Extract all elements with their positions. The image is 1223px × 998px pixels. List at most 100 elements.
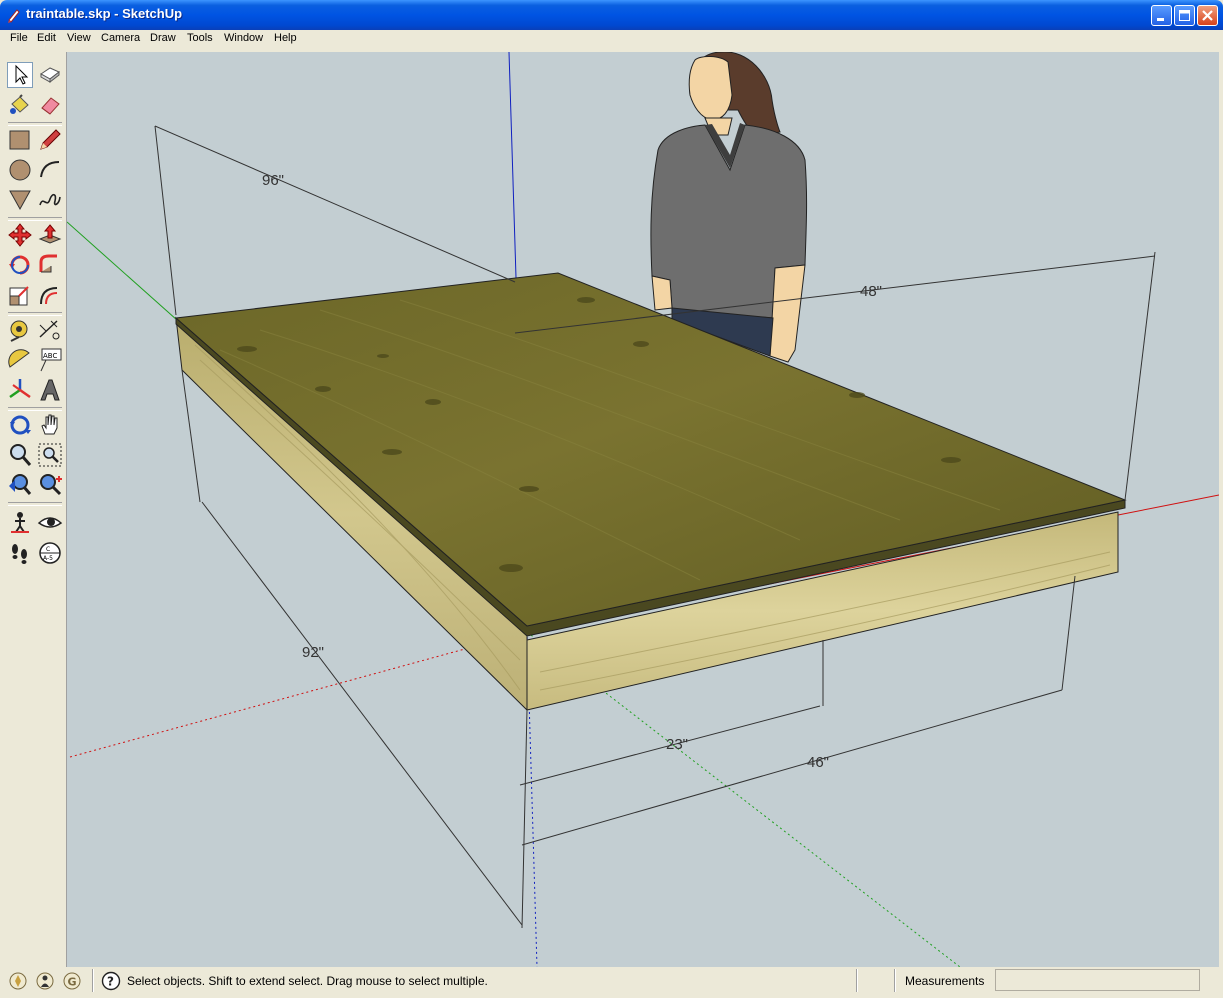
tape-measure-icon: [10, 320, 28, 342]
maximize-button[interactable]: [1174, 5, 1195, 26]
pan-tool-button[interactable]: [37, 412, 63, 438]
3d-text-tool-button[interactable]: [37, 377, 63, 403]
menu-view[interactable]: View: [67, 32, 91, 44]
protractor-tool-button[interactable]: [7, 347, 33, 373]
text-tool-button[interactable]: ABC: [37, 347, 63, 373]
close-icon: [1202, 10, 1213, 21]
look-around-tool-button[interactable]: [37, 510, 63, 536]
help-icon[interactable]: ?: [101, 971, 121, 991]
menu-window[interactable]: Window: [224, 32, 263, 44]
move-icon: [8, 223, 32, 247]
push-pull-tool-button[interactable]: [37, 222, 63, 248]
sketchup-window: traintable.skp - SketchUp File Edit View…: [0, 0, 1223, 998]
status-hint: Select objects. Shift to extend select. …: [127, 974, 488, 988]
dimension-front-label: 46": [807, 754, 829, 771]
close-button[interactable]: [1197, 5, 1218, 26]
axes-tool-button[interactable]: [7, 377, 33, 403]
orbit-icon: [10, 415, 31, 435]
zoom-window-tool-button[interactable]: [37, 442, 63, 468]
previous-view-tool-button[interactable]: [7, 472, 33, 498]
follow-me-tool-button[interactable]: [37, 252, 63, 278]
protractor-icon: [8, 349, 30, 368]
zoom-extents-tool-button[interactable]: [37, 472, 63, 498]
window-title: traintable.skp - SketchUp: [26, 6, 183, 21]
scale-figure-person: [650, 52, 808, 363]
credits-icon[interactable]: [35, 971, 55, 991]
component-icon: [40, 67, 60, 84]
axes-icon: [9, 379, 31, 399]
svg-text:?: ?: [107, 975, 114, 989]
dimension-width-label: 48": [860, 283, 882, 300]
polygon-tool-button[interactable]: [7, 187, 33, 213]
orbit-tool-button[interactable]: [7, 412, 33, 438]
paint-bucket-icon: [10, 94, 29, 114]
dimension-tool-button[interactable]: [37, 317, 63, 343]
walk-footprints-icon: [12, 544, 27, 564]
section-plane-tool-button[interactable]: C A-5: [37, 540, 63, 566]
push-pull-icon: [38, 224, 62, 244]
pan-hand-icon: [41, 414, 58, 435]
menu-file[interactable]: File: [10, 32, 28, 44]
position-camera-tool-button[interactable]: [7, 510, 33, 536]
geo-location-icon[interactable]: [8, 971, 28, 991]
move-tool-button[interactable]: [7, 222, 33, 248]
3d-text-icon: [40, 379, 60, 401]
line-tool-button[interactable]: [37, 127, 63, 153]
offset-icon: [40, 287, 58, 305]
large-tool-set-toolbar: ABC C A-5: [4, 52, 67, 967]
menu-help[interactable]: Help: [274, 32, 297, 44]
polygon-icon: [9, 190, 31, 211]
menu-bar: File Edit View Camera Draw Tools Window …: [4, 30, 1219, 50]
offset-tool-button[interactable]: [37, 282, 63, 308]
dimension-depth-label: 92": [302, 644, 324, 661]
minimize-icon: [1157, 18, 1164, 21]
svg-text:G: G: [68, 976, 77, 989]
svg-text:C: C: [46, 546, 50, 553]
previous-view-icon: [9, 474, 32, 495]
menu-draw[interactable]: Draw: [150, 32, 176, 44]
section-plane-icon: C A-5: [39, 542, 61, 564]
paint-bucket-tool-button[interactable]: [7, 92, 33, 118]
menu-tools[interactable]: Tools: [187, 32, 213, 44]
arc-icon: [40, 161, 60, 178]
freehand-tool-button[interactable]: [37, 187, 63, 213]
make-component-tool-button[interactable]: [37, 62, 63, 88]
zoom-window-icon: [38, 443, 62, 467]
eraser-tool-button[interactable]: [37, 92, 63, 118]
red-axis: [69, 631, 528, 758]
svg-text:A-5: A-5: [43, 555, 53, 562]
status-bar: G ? Select objects. Shift to extend sele…: [4, 967, 1219, 994]
position-camera-icon: [11, 512, 29, 533]
rotate-icon: [9, 255, 30, 275]
sign-in-icon[interactable]: G: [62, 971, 82, 991]
rectangle-icon: [9, 130, 30, 150]
freehand-icon: [39, 193, 61, 206]
dimension-half-front-label: 23": [666, 736, 688, 753]
title-bar[interactable]: traintable.skp - SketchUp: [0, 0, 1223, 30]
pencil-icon: [40, 129, 61, 150]
scale-tool-button[interactable]: [7, 282, 33, 308]
walk-tool-button[interactable]: [7, 540, 33, 566]
minimize-button[interactable]: [1151, 5, 1172, 26]
menu-camera[interactable]: Camera: [101, 32, 140, 44]
arc-tool-button[interactable]: [37, 157, 63, 183]
maximize-icon: [1179, 10, 1190, 21]
drawing-area[interactable]: 96" 48" 92" 23" 46": [67, 52, 1219, 967]
measurements-label: Measurements: [905, 974, 985, 988]
circle-tool-button[interactable]: [7, 157, 33, 183]
measurements-field[interactable]: [995, 969, 1200, 991]
zoom-magnifier-icon: [10, 444, 32, 466]
model-scene[interactable]: 96" 48" 92" 23" 46": [67, 52, 1219, 967]
tape-measure-tool-button[interactable]: [7, 317, 33, 343]
rotate-tool-button[interactable]: [7, 252, 33, 278]
eraser-icon: [41, 97, 60, 115]
select-tool-button[interactable]: [7, 62, 33, 88]
look-around-eye-icon: [37, 517, 63, 528]
zoom-extents-icon: [40, 474, 62, 496]
rectangle-tool-button[interactable]: [7, 127, 33, 153]
menu-edit[interactable]: Edit: [37, 32, 56, 44]
dimension-length-label: 96": [262, 172, 284, 189]
zoom-tool-button[interactable]: [7, 442, 33, 468]
circle-icon: [9, 159, 31, 181]
scale-icon: [9, 286, 29, 306]
